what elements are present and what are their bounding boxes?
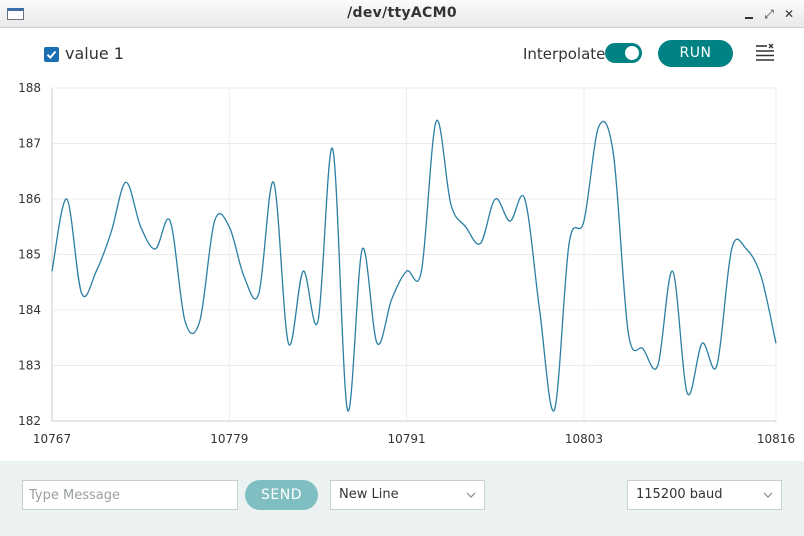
title-bar: /dev/ttyACM0 ⤢ ✕ [0,0,804,28]
clear-list-icon[interactable] [754,43,776,63]
baud-rate-value: 115200 baud [636,487,723,502]
y-tick-label: 186 [18,192,41,206]
series-label: value 1 [65,44,124,63]
run-button[interactable]: RUN [658,40,733,67]
plot-area: 188 187 186 185 184 183 182 10767 10779 10791 108… [0,79,804,461]
x-tick-label: 10791 [388,432,426,446]
window-title: /dev/ttyACM0 [347,5,457,21]
serial-input-bar: SEND New Line 115200 baud [0,461,804,536]
y-axis-ticks: 188 187 186 185 184 183 182 [18,81,41,428]
y-tick-label: 183 [18,359,41,373]
y-tick-label: 185 [18,248,41,262]
x-tick-label: 10816 [757,432,795,446]
line-chart: 188 187 186 185 184 183 182 10767 10779 10791 108… [18,81,795,446]
series-line-value-1 [51,119,777,412]
y-tick-label: 184 [18,303,41,317]
y-tick-label: 182 [18,414,41,428]
x-tick-label: 10779 [210,432,248,446]
interpolate-label: Interpolate [523,45,606,63]
chevron-down-icon [466,492,476,498]
message-input[interactable] [22,480,238,510]
close-icon[interactable]: ✕ [781,6,797,22]
line-ending-value: New Line [339,487,399,502]
maximize-icon[interactable]: ⤢ [761,6,777,22]
plotter-toolbar: value 1 Interpolate RUN [0,29,804,79]
send-button[interactable]: SEND [245,480,318,510]
baud-rate-select[interactable]: 115200 baud [627,480,782,510]
y-tick-label: 188 [18,81,41,95]
series-checkbox[interactable] [44,47,59,62]
y-tick-label: 187 [18,137,41,151]
line-ending-select[interactable]: New Line [330,480,485,510]
chevron-down-icon [763,492,773,498]
x-tick-label: 10767 [33,432,71,446]
x-tick-label: 10803 [565,432,603,446]
toggle-knob [625,46,639,60]
chart-grid [51,87,777,422]
minimize-icon[interactable] [741,6,757,22]
x-axis-ticks: 10767 10779 10791 10803 10816 [33,432,795,446]
interpolate-toggle[interactable] [605,43,642,63]
checkmark-icon [46,50,57,59]
